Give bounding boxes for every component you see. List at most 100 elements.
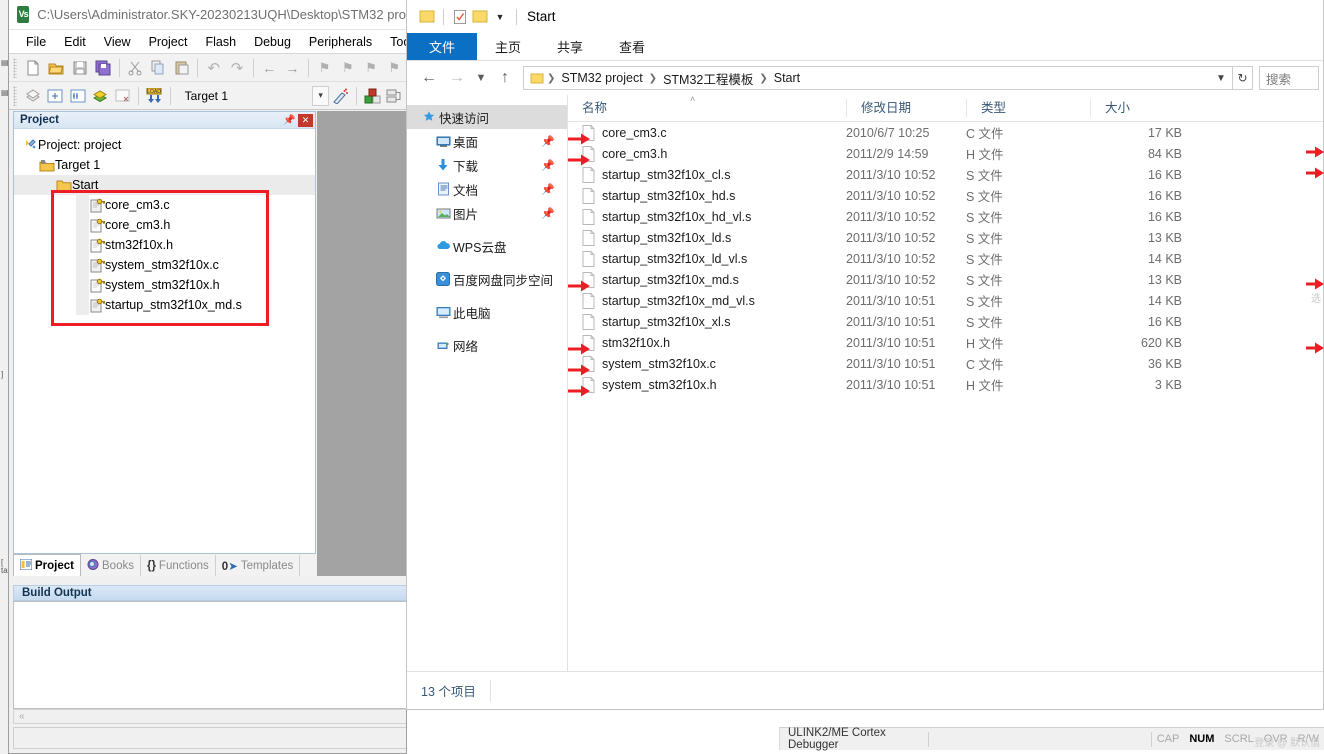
close-icon[interactable]: ✕ bbox=[298, 113, 313, 127]
column-header-date[interactable]: 修改日期 bbox=[846, 99, 966, 117]
arrow-right-icon[interactable]: → bbox=[443, 65, 471, 91]
bookmark-next-icon[interactable]: ⚑ bbox=[359, 56, 382, 80]
tree-file-item[interactable]: stm32f10x.h bbox=[14, 235, 315, 255]
file-name-cell[interactable]: startup_stm32f10x_ld_vl.s bbox=[568, 250, 846, 267]
ribbon-tab-view[interactable]: 查看 bbox=[601, 33, 663, 60]
project-tree[interactable]: − Project: project − Target 1 − bbox=[14, 129, 315, 315]
table-row[interactable]: core_cm3.h 2011/2/9 14:59 H 文件 84 KB bbox=[568, 143, 1323, 164]
address-dropdown-chevron-down-icon[interactable]: ▼ bbox=[1212, 73, 1230, 84]
file-name-cell[interactable]: startup_stm32f10x_hd_vl.s bbox=[568, 208, 846, 225]
copy-icon[interactable] bbox=[147, 56, 170, 80]
table-row[interactable]: startup_stm32f10x_cl.s 2011/3/10 10:52 S 文… bbox=[568, 164, 1323, 185]
nav-item-pictures[interactable]: 图片 📌 bbox=[407, 201, 567, 225]
pin-icon[interactable]: 📌 bbox=[541, 135, 555, 148]
paste-icon[interactable] bbox=[170, 56, 193, 80]
table-row[interactable]: stm32f10x.h 2011/3/10 10:51 H 文件 620 KB bbox=[568, 332, 1323, 353]
arrow-left-icon[interactable]: ← bbox=[415, 65, 443, 91]
new-file-icon[interactable] bbox=[21, 56, 44, 80]
column-header-type[interactable]: 类型 bbox=[966, 99, 1090, 117]
ribbon-tab-home[interactable]: 主页 bbox=[477, 33, 539, 60]
pin-icon[interactable]: 📌 bbox=[283, 114, 296, 127]
file-name-cell[interactable]: system_stm32f10x.c bbox=[568, 355, 846, 372]
menu-peripherals[interactable]: Peripherals bbox=[300, 33, 381, 51]
refresh-icon[interactable]: ↻ bbox=[1233, 66, 1253, 90]
tab-functions[interactable]: {} Functions bbox=[141, 555, 216, 576]
breadcrumb-item-stm32-template[interactable]: STM32工程模板 bbox=[659, 69, 757, 88]
tree-file-item[interactable]: system_stm32f10x.c bbox=[14, 255, 315, 275]
project-dock-tabstrip[interactable]: Project Books {} Functions 0➤ Templates bbox=[13, 554, 316, 576]
keil-menu-bar[interactable]: File Edit View Project Flash Debug Perip… bbox=[9, 30, 406, 54]
file-name-cell[interactable]: startup_stm32f10x_hd.s bbox=[568, 187, 846, 204]
menu-edit[interactable]: Edit bbox=[55, 33, 95, 51]
multi-project-icon[interactable] bbox=[383, 84, 406, 108]
tree-node-target[interactable]: − Target 1 bbox=[14, 155, 315, 175]
manage-components-icon[interactable] bbox=[361, 84, 384, 108]
pin-icon[interactable]: 📌 bbox=[541, 183, 555, 196]
tree-file-item[interactable]: startup_stm32f10x_md.s bbox=[14, 295, 315, 315]
file-name-cell[interactable]: system_stm32f10x.h bbox=[568, 376, 846, 393]
bookmark-clear-icon[interactable]: ⚑ bbox=[383, 56, 406, 80]
arrow-up-icon[interactable]: ↑ bbox=[491, 65, 519, 91]
toolbar-grip[interactable] bbox=[13, 85, 18, 106]
file-list-view[interactable]: 名称 修改日期 类型 大小 ˄ core_cm3.c 2010/6/7 10:25… bbox=[567, 94, 1323, 671]
save-icon[interactable] bbox=[68, 56, 91, 80]
table-row[interactable]: startup_stm32f10x_ld.s 2011/3/10 10:52 S 文… bbox=[568, 227, 1323, 248]
tree-file-item[interactable]: core_cm3.c bbox=[14, 195, 315, 215]
open-file-icon[interactable] bbox=[45, 56, 68, 80]
forward-icon[interactable]: → bbox=[281, 56, 304, 80]
tree-file-item[interactable]: core_cm3.h bbox=[14, 215, 315, 235]
table-row[interactable]: startup_stm32f10x_xl.s 2011/3/10 10:51 S 文… bbox=[568, 311, 1323, 332]
batch-build-icon[interactable] bbox=[89, 84, 112, 108]
recent-locations-chevron-down-icon[interactable]: ▼ bbox=[471, 65, 491, 91]
stop-build-icon[interactable] bbox=[112, 84, 135, 108]
file-name-cell[interactable]: core_cm3.c bbox=[568, 124, 846, 141]
breadcrumb-item-start[interactable]: Start bbox=[770, 71, 804, 85]
file-name-cell[interactable]: startup_stm32f10x_cl.s bbox=[568, 166, 846, 183]
table-row[interactable]: system_stm32f10x.c 2011/3/10 10:51 C 文件 36 … bbox=[568, 353, 1323, 374]
table-row[interactable]: startup_stm32f10x_md_vl.s 2011/3/10 10:51… bbox=[568, 290, 1323, 311]
menu-view[interactable]: View bbox=[95, 33, 140, 51]
breadcrumb-item-stm32-project[interactable]: STM32 project bbox=[557, 71, 646, 85]
menu-flash[interactable]: Flash bbox=[196, 33, 245, 51]
file-name-cell[interactable]: core_cm3.h bbox=[568, 145, 846, 162]
undo-icon[interactable]: ↶ bbox=[202, 56, 225, 80]
pin-icon[interactable]: 📌 bbox=[541, 159, 555, 172]
breadcrumb[interactable]: ❯ STM32 project ❯ STM32工程模板 ❯ Start ▼ bbox=[523, 66, 1233, 90]
file-name-cell[interactable]: startup_stm32f10x_xl.s bbox=[568, 313, 846, 330]
build-icon[interactable] bbox=[44, 84, 67, 108]
search-input[interactable]: 搜索 bbox=[1259, 66, 1319, 90]
bookmark-prev-icon[interactable]: ⚑ bbox=[336, 56, 359, 80]
translate-icon[interactable] bbox=[21, 84, 44, 108]
file-name-cell[interactable]: startup_stm32f10x_md_vl.s bbox=[568, 292, 846, 309]
menu-file[interactable]: File bbox=[17, 33, 55, 51]
file-name-cell[interactable]: startup_stm32f10x_ld.s bbox=[568, 229, 846, 246]
address-bar[interactable]: ← → ▼ ↑ ❯ STM32 project ❯ STM32工程模板 ❯ St… bbox=[407, 61, 1323, 95]
nav-item-baidu-netdisk[interactable]: 百度网盘同步空间 bbox=[407, 267, 567, 291]
back-icon[interactable]: ← bbox=[258, 56, 281, 80]
chevron-down-icon[interactable]: ▼ bbox=[490, 7, 510, 27]
tab-project[interactable]: Project bbox=[13, 554, 81, 576]
quick-access-toolbar[interactable]: ▼ Start bbox=[407, 0, 1323, 33]
folder-icon[interactable] bbox=[417, 7, 437, 27]
redo-icon[interactable]: ↷ bbox=[225, 56, 248, 80]
menu-debug[interactable]: Debug bbox=[245, 33, 300, 51]
build-output-body[interactable] bbox=[13, 601, 406, 709]
scroll-left-icon[interactable]: « bbox=[19, 711, 25, 722]
ribbon-tab-file[interactable]: 文件 bbox=[407, 33, 478, 60]
navigation-pane[interactable]: 快速访问 桌面 📌 下载 📌 文档 📌 图片 📌 WPS云盘 百度网盘同步空间 … bbox=[407, 95, 567, 671]
target-dropdown-caret-icon[interactable]: ▾ bbox=[311, 85, 330, 106]
rebuild-icon[interactable] bbox=[67, 84, 90, 108]
nav-item-quick-access[interactable]: 快速访问 bbox=[407, 105, 567, 129]
toolbar-grip[interactable] bbox=[13, 57, 18, 78]
menu-tools[interactable]: Tools bbox=[381, 33, 406, 51]
file-list-column-headers[interactable]: 名称 修改日期 类型 大小 ˄ bbox=[568, 94, 1323, 122]
cut-icon[interactable] bbox=[123, 56, 146, 80]
nav-item-network[interactable]: 网络 bbox=[407, 333, 567, 357]
table-row[interactable]: startup_stm32f10x_hd.s 2011/3/10 10:52 S 文… bbox=[568, 185, 1323, 206]
keil-build-toolbar[interactable]: LOAD Target 1 ▾ bbox=[9, 82, 406, 110]
table-row[interactable]: system_stm32f10x.h 2011/3/10 10:51 H 文件 3 K… bbox=[568, 374, 1323, 395]
nav-item-wps-cloud[interactable]: WPS云盘 bbox=[407, 234, 567, 258]
table-row[interactable]: startup_stm32f10x_hd_vl.s 2011/3/10 10:52… bbox=[568, 206, 1323, 227]
new-folder-icon[interactable] bbox=[470, 7, 490, 27]
options-for-target-icon[interactable] bbox=[329, 84, 352, 108]
